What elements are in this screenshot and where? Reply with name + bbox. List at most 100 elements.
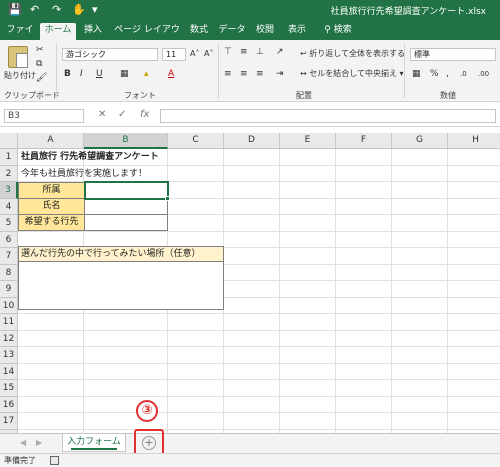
tab-home[interactable]: ホーム bbox=[40, 23, 76, 40]
grow-font-icon[interactable]: A˄ bbox=[190, 48, 199, 60]
row-header-9[interactable]: 9 bbox=[0, 281, 18, 298]
merge-center-button[interactable]: ↔ セルを結合して中央揃え ▾ bbox=[300, 68, 404, 80]
row-header-15[interactable]: 15 bbox=[0, 380, 18, 397]
prev-sheet-icon[interactable]: ◀ bbox=[20, 438, 26, 447]
destination-input-cell[interactable] bbox=[84, 214, 168, 231]
macro-record-icon[interactable] bbox=[50, 456, 59, 465]
row-header-14[interactable]: 14 bbox=[0, 363, 18, 380]
cut-icon[interactable]: ✂ bbox=[36, 44, 44, 56]
paste-button-label[interactable]: 貼り付け bbox=[4, 70, 36, 82]
gridline-vertical bbox=[279, 149, 280, 433]
paste-icon[interactable] bbox=[8, 46, 28, 68]
column-header-c[interactable]: C bbox=[168, 133, 224, 149]
column-header-h[interactable]: H bbox=[448, 133, 500, 149]
row-header-6[interactable]: 6 bbox=[0, 231, 18, 248]
font-name-select[interactable]: 游ゴシック bbox=[62, 48, 158, 61]
align-top-icon[interactable]: ⊤ bbox=[224, 46, 232, 58]
column-header-b[interactable]: B bbox=[84, 133, 168, 149]
row-header-10[interactable]: 10 bbox=[0, 297, 18, 314]
lightbulb-icon: ⚲ bbox=[324, 25, 331, 35]
select-all-corner[interactable] bbox=[0, 133, 18, 149]
increase-decimal-icon[interactable]: .0 bbox=[460, 68, 467, 80]
row-header-7[interactable]: 7 bbox=[0, 248, 18, 265]
gridline-horizontal bbox=[18, 313, 500, 314]
row-header-11[interactable]: 11 bbox=[0, 314, 18, 331]
redo-icon[interactable]: ↷ bbox=[52, 3, 61, 17]
worksheet-grid[interactable]: ABCDEFGHI123456789101112131415161718 社員旅… bbox=[0, 133, 500, 433]
save-icon[interactable]: 💾 bbox=[8, 3, 22, 17]
merge-icon: ↔ bbox=[300, 69, 307, 78]
tab-data[interactable]: データ bbox=[218, 23, 246, 40]
tab-view[interactable]: 表示 bbox=[284, 23, 310, 40]
orientation-icon[interactable]: ↗ bbox=[276, 46, 284, 58]
row-header-13[interactable]: 13 bbox=[0, 347, 18, 364]
indent-icon[interactable]: ⇥ bbox=[276, 68, 284, 80]
undo-icon[interactable]: ↶ bbox=[30, 3, 39, 17]
font-color-icon[interactable]: A bbox=[168, 68, 174, 80]
font-size-select[interactable]: 11 bbox=[162, 48, 186, 61]
row-header-12[interactable]: 12 bbox=[0, 330, 18, 347]
tab-insert[interactable]: 挿入 bbox=[80, 23, 106, 40]
comma-style-icon[interactable]: ‚ bbox=[446, 68, 449, 80]
align-left-icon[interactable]: ≡ bbox=[224, 68, 232, 80]
name-label-cell[interactable]: 氏名 bbox=[18, 198, 85, 215]
bold-button[interactable]: B bbox=[64, 68, 71, 80]
copy-icon[interactable]: ⧉ bbox=[36, 58, 42, 70]
formula-input[interactable] bbox=[160, 109, 496, 123]
italic-button[interactable]: I bbox=[80, 68, 83, 80]
borders-icon[interactable]: ▦ bbox=[120, 68, 129, 80]
sheet-tab-input-form[interactable]: 入力フォーム bbox=[62, 434, 126, 452]
tab-page-layout[interactable]: ページ レイアウト bbox=[112, 23, 182, 50]
column-header-e[interactable]: E bbox=[280, 133, 336, 149]
destination-label-cell[interactable]: 希望する行先 bbox=[18, 214, 85, 231]
name-input-cell[interactable] bbox=[84, 198, 168, 215]
percent-button[interactable]: % bbox=[430, 68, 439, 80]
customize-qat-icon[interactable]: ▾ bbox=[92, 3, 98, 17]
number-format-select[interactable]: 標準 bbox=[410, 48, 496, 61]
cancel-icon[interactable]: ✕ bbox=[98, 109, 106, 120]
wrap-text-button[interactable]: ↩ 折り返して全体を表示する bbox=[300, 48, 405, 60]
column-header-g[interactable]: G bbox=[392, 133, 448, 149]
touch-mode-icon[interactable]: ✋ bbox=[72, 3, 86, 17]
row-header-2[interactable]: 2 bbox=[0, 165, 18, 182]
column-header-f[interactable]: F bbox=[336, 133, 392, 149]
gridline-horizontal bbox=[18, 329, 500, 331]
row-header-4[interactable]: 4 bbox=[0, 198, 18, 215]
intro-cell[interactable]: 今年も社員旅行を実施します！ bbox=[21, 167, 147, 181]
column-header-a[interactable]: A bbox=[18, 133, 84, 149]
gridline-horizontal bbox=[18, 346, 500, 347]
next-sheet-icon[interactable]: ▶ bbox=[36, 438, 42, 447]
enter-icon[interactable]: ✓ bbox=[118, 109, 126, 120]
row-header-17[interactable]: 17 bbox=[0, 413, 18, 430]
gridline-horizontal bbox=[18, 428, 500, 430]
insert-function-icon[interactable]: fx bbox=[140, 109, 149, 120]
row-header-5[interactable]: 5 bbox=[0, 215, 18, 232]
row-header-8[interactable]: 8 bbox=[0, 264, 18, 281]
currency-icon[interactable]: ▦ bbox=[412, 68, 421, 80]
tab-file[interactable]: ファイル bbox=[4, 23, 36, 50]
tab-review[interactable]: 校閲 bbox=[252, 23, 278, 40]
sheet-title-cell[interactable]: 社員旅行 行先希望調査アンケート bbox=[21, 150, 159, 164]
align-right-icon[interactable]: ≡ bbox=[256, 68, 264, 80]
tab-formulas[interactable]: 数式 bbox=[186, 23, 212, 40]
tell-me-search[interactable]: ⚲ 検索 bbox=[318, 23, 358, 40]
decrease-decimal-icon[interactable]: .00 bbox=[478, 68, 489, 80]
underline-button[interactable]: U bbox=[96, 68, 103, 80]
align-bottom-icon[interactable]: ⊥ bbox=[256, 46, 264, 58]
free-answer-header-cell[interactable]: 選んだ行先の中で行ってみたい場所（任意） bbox=[18, 246, 224, 262]
name-box[interactable]: B3 bbox=[4, 109, 84, 123]
affiliation-label-cell[interactable]: 所属 bbox=[18, 182, 85, 199]
shrink-font-icon[interactable]: A˅ bbox=[204, 48, 213, 60]
title-bar: 💾 ↶ ↷ ✋ ▾ 社員旅行行先希望調査アンケート.xlsx bbox=[0, 0, 500, 20]
fill-color-icon[interactable]: ▴ bbox=[144, 68, 149, 80]
column-header-d[interactable]: D bbox=[224, 133, 280, 149]
format-painter-icon[interactable]: 🖌 bbox=[36, 72, 47, 84]
row-header-3[interactable]: 3 bbox=[0, 182, 18, 199]
fill-handle[interactable] bbox=[165, 196, 170, 201]
row-header-1[interactable]: 1 bbox=[0, 149, 18, 166]
align-center-icon[interactable]: ≡ bbox=[240, 68, 248, 80]
free-answer-input-area[interactable] bbox=[18, 262, 224, 310]
align-middle-icon[interactable]: ≡ bbox=[240, 46, 248, 58]
gridline-vertical bbox=[391, 149, 392, 433]
row-header-16[interactable]: 16 bbox=[0, 396, 18, 413]
